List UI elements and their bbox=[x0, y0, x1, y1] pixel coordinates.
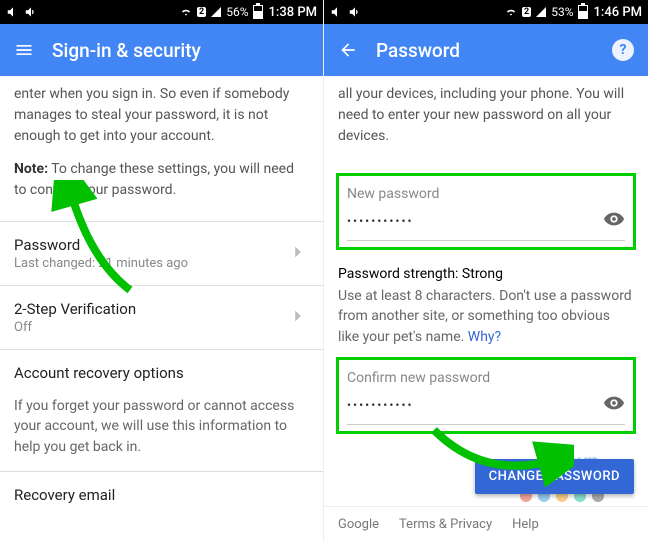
wifi-icon bbox=[179, 5, 193, 19]
password-strength: Password strength: Strong Use at least 8… bbox=[324, 256, 648, 351]
section-recovery-email: Recovery email bbox=[0, 471, 323, 518]
sim-2-icon: 2 bbox=[522, 7, 531, 17]
new-password-value: ••••••••••• bbox=[347, 214, 603, 228]
intro-text: all your devices, including your phone. … bbox=[338, 84, 634, 147]
intro-text: enter when you sign in. So even if someb… bbox=[14, 84, 309, 147]
screen-signin-security: 2 56% 1:38 PM Sign-in & security enter w… bbox=[0, 0, 324, 542]
speaker-icon bbox=[348, 5, 362, 19]
chevron-right-icon bbox=[287, 241, 309, 267]
screen-password: 2 53% 1:46 PM Password ? all your device… bbox=[324, 0, 648, 542]
confirm-password-field[interactable]: Confirm new password ••••••••••• bbox=[336, 357, 636, 434]
intro-content: all your devices, including your phone. … bbox=[324, 76, 648, 167]
why-link[interactable]: Why? bbox=[468, 329, 501, 345]
battery-percent: 53% bbox=[551, 5, 573, 19]
battery-icon bbox=[253, 5, 263, 19]
help-icon[interactable]: ? bbox=[612, 39, 634, 61]
app-bar: Password ? bbox=[324, 24, 648, 76]
footer: Google Terms & Privacy Help bbox=[324, 506, 648, 542]
signal-icon bbox=[535, 6, 547, 18]
footer-google[interactable]: Google bbox=[338, 517, 379, 532]
battery-icon bbox=[578, 5, 588, 19]
confirm-password-label: Confirm new password bbox=[347, 370, 625, 386]
app-bar: Sign-in & security bbox=[0, 24, 323, 76]
row-password[interactable]: Password Last changed: 21 minutes ago bbox=[0, 221, 323, 285]
change-password-button[interactable]: CHANGE PASSWORD bbox=[475, 459, 634, 494]
intro-content: enter when you sign in. So even if someb… bbox=[0, 76, 323, 221]
status-bar: 2 53% 1:46 PM bbox=[324, 0, 648, 24]
footer-terms[interactable]: Terms & Privacy bbox=[399, 517, 492, 532]
speaker-icon bbox=[24, 5, 38, 19]
new-password-label: New password bbox=[347, 186, 625, 202]
appbar-title: Password bbox=[376, 39, 594, 62]
battery-percent: 56% bbox=[226, 5, 248, 19]
status-time: 1:38 PM bbox=[269, 5, 318, 20]
signal-icon bbox=[210, 6, 222, 18]
status-time: 1:46 PM bbox=[594, 5, 643, 20]
footer-help[interactable]: Help bbox=[512, 517, 539, 532]
sim-2-icon: 2 bbox=[197, 7, 206, 17]
visibility-icon[interactable] bbox=[603, 392, 625, 418]
volume-icon bbox=[330, 5, 344, 19]
row-password-sub: Last changed: 21 minutes ago bbox=[14, 256, 188, 271]
volume-icon bbox=[6, 5, 20, 19]
status-bar: 2 56% 1:38 PM bbox=[0, 0, 323, 24]
row-password-label: Password bbox=[14, 236, 188, 254]
visibility-icon[interactable] bbox=[603, 208, 625, 234]
row-2step[interactable]: 2-Step Verification Off bbox=[0, 285, 323, 349]
recovery-text: If you forget your password or cannot ac… bbox=[0, 396, 323, 471]
new-password-field[interactable]: New password ••••••••••• bbox=[336, 173, 636, 250]
appbar-title: Sign-in & security bbox=[52, 39, 309, 62]
back-arrow-icon[interactable] bbox=[338, 40, 358, 60]
wifi-icon bbox=[504, 5, 518, 19]
row-2step-label: 2-Step Verification bbox=[14, 300, 136, 318]
section-recovery-heading: Account recovery options bbox=[0, 349, 323, 396]
note-text: Note: To change these settings, you will… bbox=[14, 159, 309, 201]
row-2step-sub: Off bbox=[14, 320, 136, 335]
confirm-password-value: ••••••••••• bbox=[347, 398, 603, 412]
chevron-right-icon bbox=[287, 305, 309, 331]
hamburger-icon[interactable] bbox=[14, 40, 34, 60]
